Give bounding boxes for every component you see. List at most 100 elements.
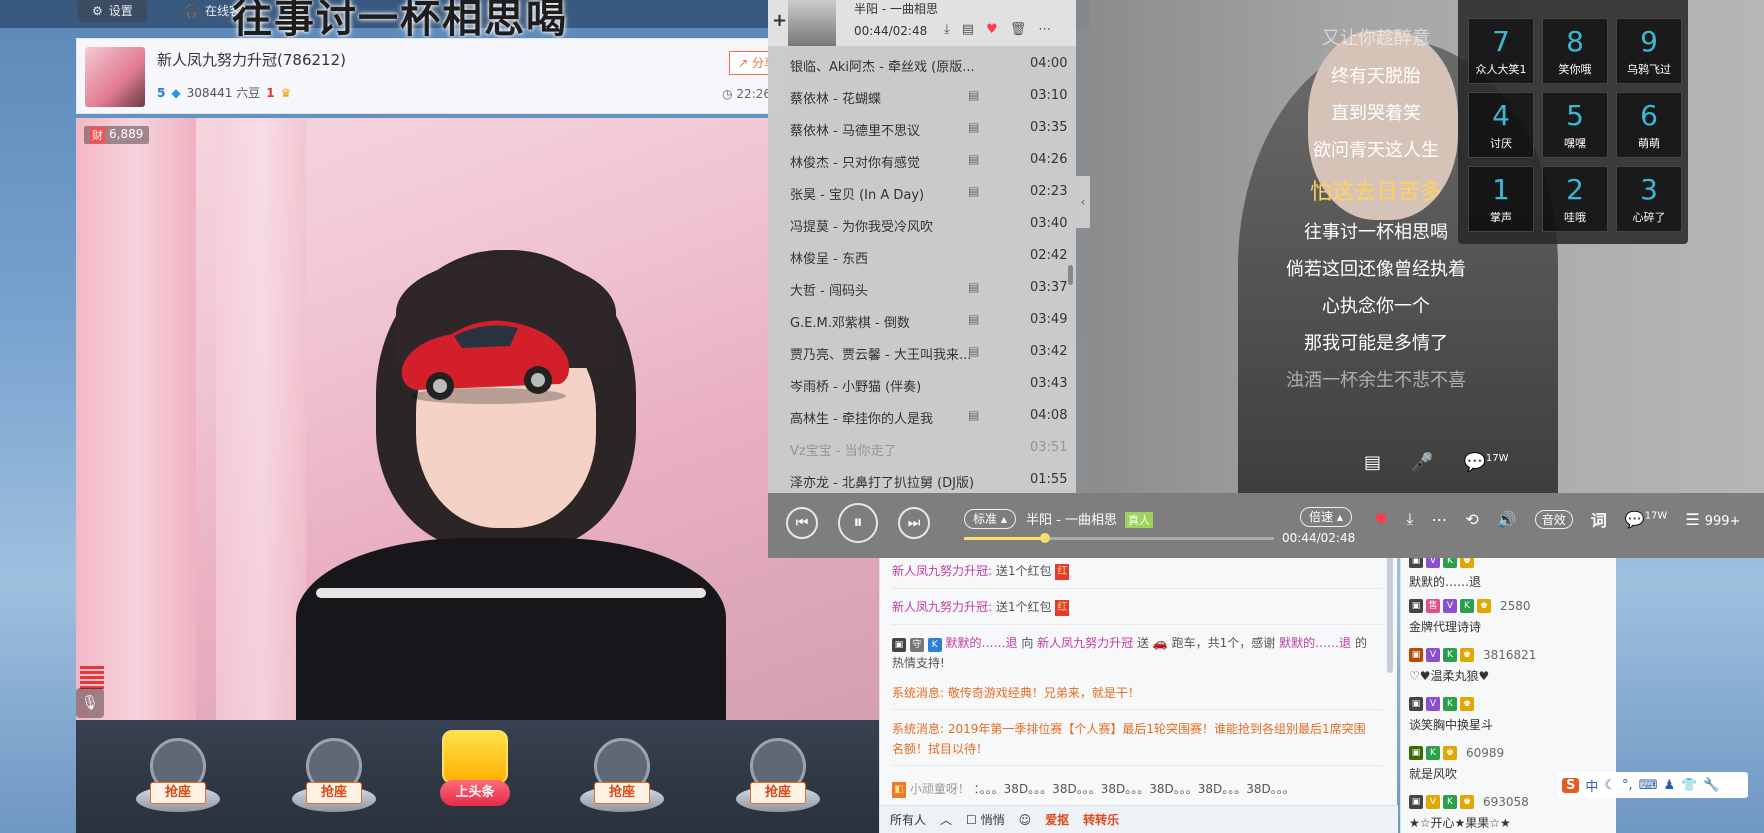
mv-icon[interactable]: ▤ [962, 22, 974, 37]
mv-icon[interactable]: ▤ [968, 344, 979, 358]
gift-item[interactable]: 9 乌鸦飞过 [1616, 18, 1682, 84]
playlist-row[interactable]: G.E.M.邓紫棋 - 倒数 ▤ 03:49 [768, 304, 1068, 336]
lyric-button[interactable]: 词 [1591, 507, 1607, 531]
add-icon[interactable]: + [772, 10, 787, 31]
mv-icon[interactable]: ▤ [968, 152, 979, 166]
comment-icon[interactable]: 💬17W [1463, 452, 1508, 473]
trash-icon[interactable]: 🗑 [1010, 22, 1027, 37]
microphone-icon[interactable]: 🎙 [76, 688, 104, 718]
gift-item[interactable]: 5 嘿嘿 [1542, 92, 1608, 158]
lyric-line: 倘若这回还像曾经执着 [1286, 259, 1466, 280]
mv-icon[interactable]: ▤ [968, 408, 979, 422]
level-badge: 5 [157, 85, 166, 100]
next-icon[interactable]: ⏭ [898, 507, 930, 539]
mv-icon[interactable]: ▤ [968, 120, 979, 134]
gift-item[interactable]: 1 掌声 [1468, 166, 1534, 232]
comment-icon[interactable]: 💬17W [1625, 510, 1668, 529]
volume-icon[interactable]: 🔊 [1497, 510, 1517, 529]
download-icon[interactable]: ⤓ [944, 22, 950, 37]
download-icon[interactable]: ⤓ [1406, 509, 1413, 529]
playlist-row[interactable]: 蔡依林 - 花蝴蝶 ▤ 03:10 [768, 80, 1068, 112]
audience-item[interactable]: ▣ V K ♚ 3816821 ♡♥温柔丸狼♥ [1409, 647, 1609, 684]
gift-item[interactable]: 7 众人大笑1 [1468, 18, 1534, 84]
menu-icon[interactable] [80, 666, 104, 690]
chevron-up-icon[interactable]: ︿ [940, 811, 952, 828]
playlist-icon[interactable]: ☰ 999+ [1685, 510, 1740, 529]
anchor-avatar[interactable] [85, 47, 145, 107]
playlist-row[interactable]: 林俊杰 - 只对你有感觉 ▤ 04:26 [768, 144, 1068, 176]
playlist-row[interactable]: 高林生 - 牵挂你的人是我 ▤ 04:08 [768, 400, 1068, 432]
gift-item[interactable]: 2 哇哦 [1542, 166, 1608, 232]
gift-item[interactable]: 6 萌萌 [1616, 92, 1682, 158]
quality-button[interactable]: 标准 ▴ [964, 509, 1016, 529]
sogou-icon[interactable]: S [1562, 777, 1580, 793]
microphone-icon[interactable]: 🎤 [1411, 452, 1433, 473]
sound-effect-button[interactable]: 音效 [1534, 509, 1573, 529]
song-title: 林俊呈 - 东西 [790, 252, 868, 267]
mv-icon[interactable]: ▤ [968, 88, 979, 102]
heart-icon[interactable]: ♥ [1374, 510, 1388, 529]
rate-button[interactable]: 倍速 ▴ [1300, 507, 1352, 527]
moon-icon[interactable]: ☾ [1604, 778, 1616, 793]
previous-icon[interactable]: ⏮ [786, 507, 818, 539]
gift-name: 众人大笑1 [1475, 63, 1527, 76]
user-icon: ◧ [892, 781, 906, 798]
playlist-row[interactable]: 张昊 - 宝贝 (In A Day) ▤ 02:23 [768, 176, 1068, 208]
chinese-mode[interactable]: 中 [1585, 776, 1598, 795]
playlist-row[interactable]: 泽亦龙 - 北鼻打了扒拉舅 (DJ版) 01:55 [768, 464, 1068, 496]
mv-icon[interactable]: ▤ [968, 184, 979, 198]
audience-item[interactable]: ▣ V K ♚ 693058 ★☆开心★果果☆★ [1409, 794, 1609, 831]
seat-slot[interactable]: 抢座 [728, 730, 828, 826]
seat-slot[interactable]: 抢座 [572, 730, 672, 826]
mv-icon[interactable]: ▤ [1364, 452, 1381, 473]
lucky-wheel-button[interactable]: 转转乐 [1083, 811, 1119, 828]
settings-button[interactable]: ⚙ 设置 [78, 0, 147, 22]
playlist-row[interactable]: 岑雨桥 - 小野猫 (伴奏) 03:43 [768, 368, 1068, 400]
more-icon[interactable]: ⋯ [1431, 510, 1447, 529]
playlist-row[interactable]: 银临、Aki阿杰 - 牵丝戏 (原版... 04:00 [768, 48, 1068, 80]
mv-icon[interactable]: ▤ [968, 312, 979, 326]
playlist-row[interactable]: 林俊呈 - 东西 02:42 [768, 240, 1068, 272]
headline-button[interactable]: 上头条 [440, 730, 510, 814]
pause-icon[interactable]: ⏸ [838, 503, 878, 543]
progress-bar[interactable] [964, 533, 1274, 543]
audience-item[interactable]: ▣ V K ♚ 谈笑胸中换星斗 [1409, 696, 1609, 733]
emoji-icon[interactable]: ☺ [1019, 813, 1032, 827]
gift-item[interactable]: 8 笑你哦 [1542, 18, 1608, 84]
live-video[interactable]: 财 6,889 🎙 [76, 118, 879, 720]
seat-slot[interactable]: 抢座 [284, 730, 384, 826]
diamond-icon: ◆ [171, 85, 181, 100]
audience-select[interactable]: 所有人 [890, 811, 926, 828]
song-duration: 04:26 [1030, 152, 1068, 167]
audience-item[interactable]: ▣ V K ♚ 默默的……退 [1409, 553, 1609, 590]
chat-panel: 新人凤九努力升冠: 送1个红包 红 新人凤九努力升冠: 送1个红包 红 ▣ 守 … [879, 553, 1398, 833]
playlist-row[interactable]: 贾乃亮、贾云馨 - 大王叫我来... ▤ 03:42 [768, 336, 1068, 368]
keyboard-icon[interactable]: ⌨ [1639, 778, 1658, 793]
playlist-panel: + 半阳 - 一曲相思 00:44/02:48 ⤓ ▤ ♥ 🗑 ⋯ 银临、Aki… [768, 0, 1076, 493]
playlist-row[interactable]: 大哲 - 闯码头 ▤ 03:37 [768, 272, 1068, 304]
loop-icon[interactable]: ⟲ [1465, 510, 1478, 529]
fan-badge: 财 6,889 [84, 126, 150, 144]
mv-icon[interactable]: ▤ [968, 280, 979, 294]
playlist-row[interactable]: 蔡依林 - 马德里不思议 ▤ 03:35 [768, 112, 1068, 144]
playlist-row[interactable]: 冯提莫 - 为你我受冷风吹 03:40 [768, 208, 1068, 240]
wrench-icon[interactable]: 🔧 [1703, 778, 1719, 793]
seat-slot[interactable]: 抢座 [128, 730, 228, 826]
person-icon[interactable]: ♟ [1663, 778, 1675, 793]
gift-item[interactable]: 3 心碎了 [1616, 166, 1682, 232]
whisper-checkbox[interactable]: ☐ 悄悄 [966, 811, 1005, 828]
punctuation-icon[interactable]: °, [1622, 778, 1633, 793]
progress-knob[interactable] [1040, 533, 1051, 543]
gift-item[interactable]: 4 讨厌 [1468, 92, 1534, 158]
now-playing: 半阳 - 一曲相思 真人 [1026, 509, 1154, 528]
heart-icon[interactable]: ♥ [986, 22, 998, 37]
chat-scrollbar[interactable] [1387, 553, 1393, 673]
lyric-line: 浊酒一杯余生不悲不喜 [1286, 370, 1466, 391]
more-icon[interactable]: ⋯ [1038, 22, 1051, 37]
audience-item[interactable]: ▣ 售 V K ♚ 2580 金牌代理诗诗 [1409, 598, 1609, 635]
shirt-icon[interactable]: 👕 [1681, 778, 1697, 793]
playlist-row[interactable]: Vz宝宝 - 当你走了 03:51 [768, 432, 1068, 464]
collapse-playlist-button[interactable]: ‹ [1076, 176, 1090, 228]
playlist-scrollbar[interactable] [1068, 265, 1073, 285]
gift-button[interactable]: 爱抠 [1045, 811, 1069, 828]
